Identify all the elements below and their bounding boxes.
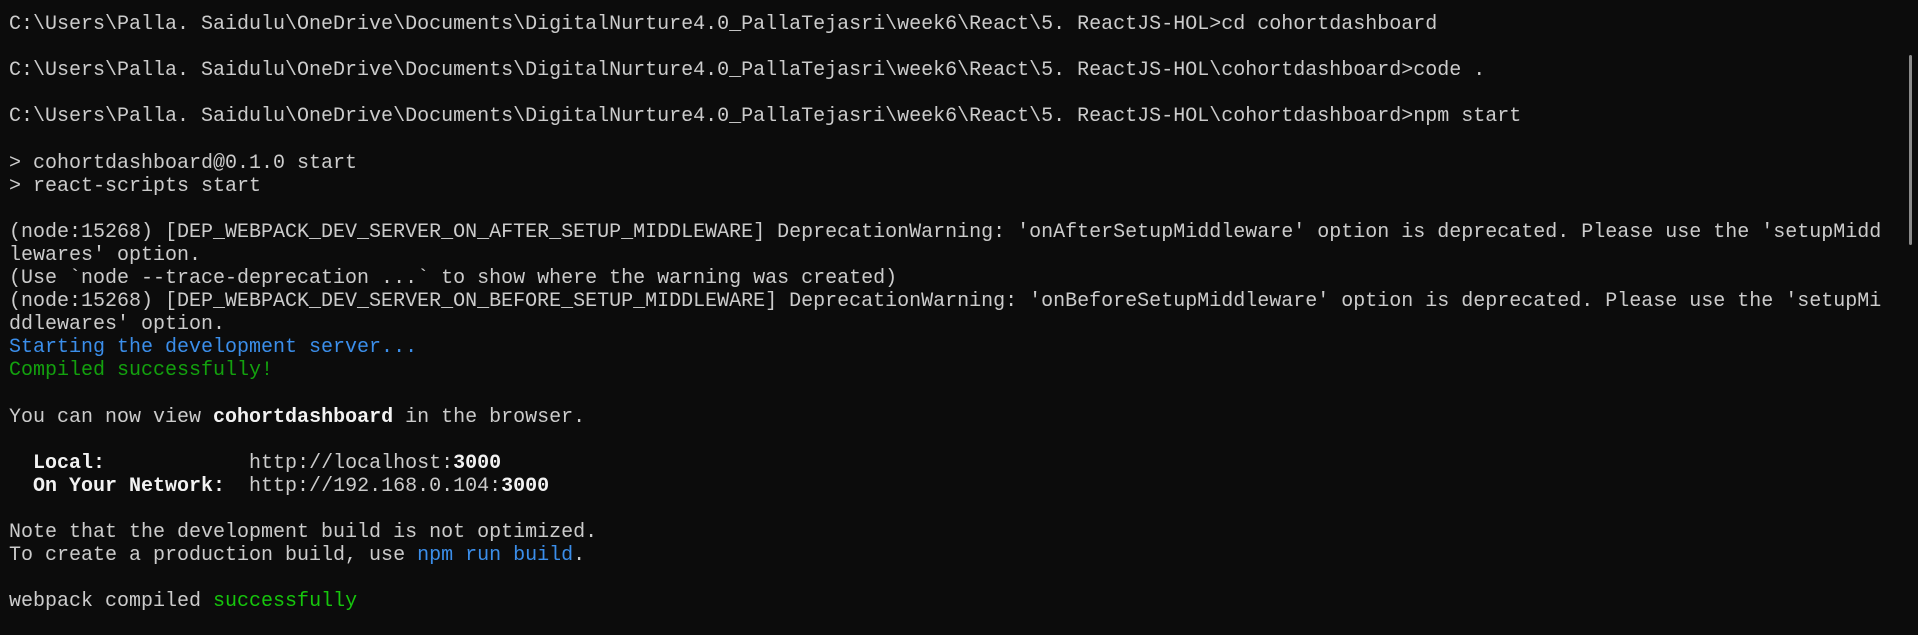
terminal-text: Compiled successfully!	[9, 359, 274, 383]
terminal-line: > cohortdashboard@0.1.0 start	[9, 152, 1898, 175]
terminal-text: > cohortdashboard@0.1.0 start	[9, 151, 358, 175]
terminal-line: ddlewares' option.	[9, 313, 1898, 336]
terminal-text: (node:15268) [DEP_WEBPACK_DEV_SERVER_ON_…	[9, 290, 1882, 314]
terminal-line: C:\Users\Palla. Saidulu\OneDrive\Documen…	[9, 59, 1898, 82]
terminal-text: in the browser.	[393, 405, 586, 429]
terminal-text: http://localhost:	[105, 451, 454, 475]
terminal-line: Starting the development server...	[9, 336, 1898, 359]
terminal-line: Local: http://localhost:3000	[9, 452, 1898, 475]
terminal-line: C:\Users\Palla. Saidulu\OneDrive\Documen…	[9, 105, 1898, 128]
terminal-text: Note that the development build is not o…	[9, 521, 598, 545]
terminal-line: (node:15268) [DEP_WEBPACK_DEV_SERVER_ON_…	[9, 290, 1898, 313]
terminal-text: You can now view	[9, 405, 214, 429]
vertical-scrollbar[interactable]	[1909, 55, 1912, 245]
terminal-text: C:\Users\Palla. Saidulu\OneDrive\Documen…	[9, 13, 1438, 36]
terminal-line: To create a production build, use npm ru…	[9, 544, 1898, 567]
terminal-line: Compiled successfully!	[9, 359, 1898, 382]
terminal-text: lewares' option.	[9, 243, 202, 267]
terminal-line: (Use `node --trace-deprecation ...` to s…	[9, 267, 1898, 290]
terminal-line: > react-scripts start	[9, 175, 1898, 198]
terminal-line: C:\Users\Palla. Saidulu\OneDrive\Documen…	[9, 13, 1898, 36]
terminal-text: successfully	[213, 590, 358, 614]
terminal-text: ddlewares' option.	[9, 313, 226, 337]
terminal-line: webpack compiled successfully	[9, 590, 1898, 613]
terminal-text: http://192.168.0.104:	[225, 474, 502, 498]
terminal-text: Local:	[33, 451, 106, 475]
terminal-line: (node:15268) [DEP_WEBPACK_DEV_SERVER_ON_…	[9, 221, 1898, 244]
terminal-text: On Your Network:	[33, 474, 226, 498]
terminal-line: lewares' option.	[9, 244, 1898, 267]
terminal-line: On Your Network: http://192.168.0.104:30…	[9, 475, 1898, 498]
terminal-text: (node:15268) [DEP_WEBPACK_DEV_SERVER_ON_…	[9, 220, 1882, 244]
terminal-text: Starting the development server...	[9, 336, 418, 360]
terminal-line: Note that the development build is not o…	[9, 521, 1898, 544]
terminal-output[interactable]: C:\Users\Palla. Saidulu\OneDrive\Documen…	[9, 13, 1898, 613]
terminal-text: > react-scripts start	[9, 174, 262, 198]
terminal-text: To create a production build, use	[9, 544, 418, 568]
terminal-text: 3000	[453, 451, 502, 475]
terminal-line: You can now view cohortdashboard in the …	[9, 406, 1898, 429]
terminal-text: npm run build	[417, 544, 574, 568]
terminal-text: .	[573, 544, 586, 568]
terminal-text: (Use `node --trace-deprecation ...` to s…	[9, 267, 898, 291]
terminal-text: webpack compiled	[9, 590, 214, 614]
terminal-text: C:\Users\Palla. Saidulu\OneDrive\Documen…	[9, 59, 1486, 83]
terminal-text: 3000	[501, 474, 550, 498]
terminal-text: cohortdashboard	[213, 405, 394, 429]
terminal-text: C:\Users\Palla. Saidulu\OneDrive\Documen…	[9, 105, 1522, 129]
